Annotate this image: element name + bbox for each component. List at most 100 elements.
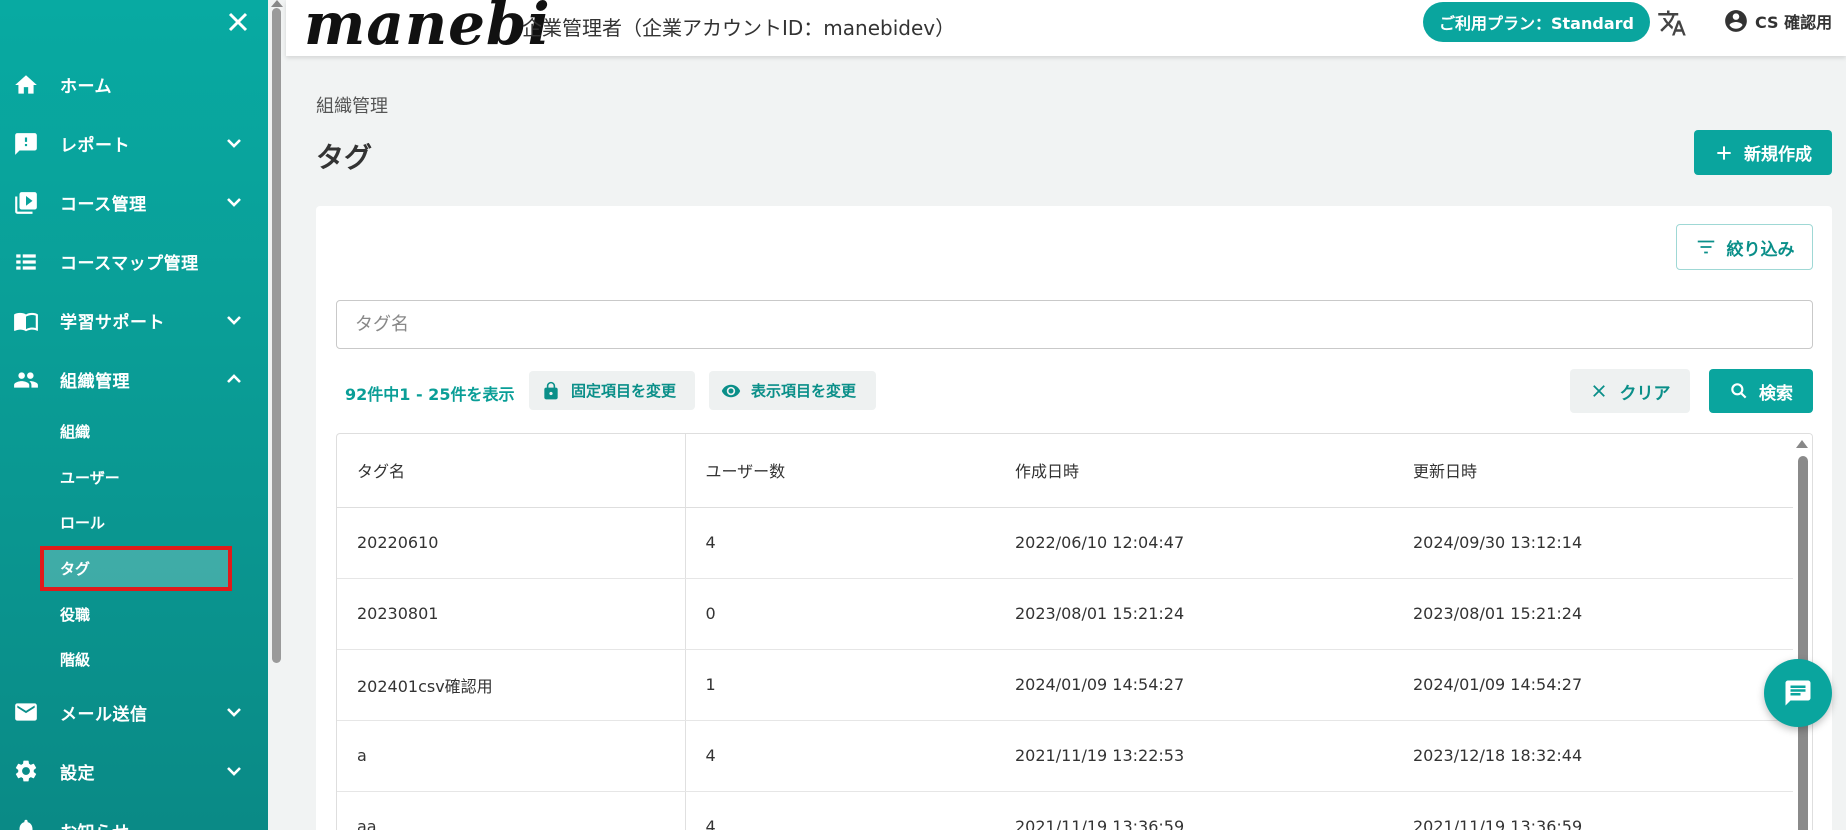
gear-icon: [12, 757, 40, 785]
list-icon: [12, 248, 40, 276]
search-icon: [1731, 383, 1747, 399]
result-count: 92件中1 - 25件を表示: [345, 385, 515, 404]
chat-button[interactable]: [1764, 659, 1832, 727]
lock-icon: [544, 381, 558, 399]
cell-user-count: 4: [685, 791, 995, 830]
close-icon: [1592, 385, 1605, 397]
sidebar-item-report[interactable]: レポート: [0, 114, 268, 173]
column-header-created-at[interactable]: 作成日時: [995, 434, 1393, 508]
cell-tag-name: 20230801: [337, 578, 686, 650]
filter-icon: [1697, 240, 1714, 254]
mail-icon: [12, 698, 40, 726]
organization-subnav: 組織 ユーザー ロール タグ 役職 階級: [0, 409, 268, 683]
subnav-item-positions[interactable]: 役職: [0, 591, 268, 637]
sidebar-scrollbar-thumb[interactable]: [272, 8, 281, 663]
new-create-button[interactable]: 新規作成: [1694, 130, 1832, 175]
sidebar-item-mail[interactable]: メール送信: [0, 683, 268, 742]
sidebar-item-label: 設定: [60, 763, 95, 784]
table-scrollbar-thumb[interactable]: [1798, 456, 1808, 830]
subnav-item-organization[interactable]: 組織: [0, 409, 268, 455]
cell-created-at: 2022/06/10 12:04:47: [995, 507, 1393, 579]
filter-button[interactable]: 絞り込み: [1676, 224, 1813, 270]
column-header-updated-at[interactable]: 更新日時: [1393, 434, 1795, 508]
cell-updated-at: 2023/08/01 15:21:24: [1393, 578, 1795, 650]
cell-user-count: 4: [685, 720, 995, 792]
cell-created-at: 2023/08/01 15:21:24: [995, 578, 1393, 650]
close-icon[interactable]: [222, 6, 254, 38]
sidebar-item-label: メール送信: [60, 704, 148, 725]
scroll-up-arrow-icon[interactable]: [1796, 440, 1808, 448]
course-icon: [12, 189, 40, 217]
chevron-down-icon: [222, 308, 246, 332]
sidebar-item-settings[interactable]: 設定: [0, 742, 268, 801]
sidebar-item-label: ホーム: [60, 77, 112, 97]
subnav-item-users[interactable]: ユーザー: [0, 455, 268, 501]
people-icon: [12, 366, 40, 394]
header: manebi 企業管理者（企業アカウントID：manebidev） ご利用プラン…: [286, 0, 1846, 58]
cell-user-count: 4: [685, 507, 995, 579]
account-circle-icon: [1725, 10, 1747, 32]
tags-table: タグ名 ユーザー数 作成日時 更新日時 20220610 4 2022/06/1…: [337, 434, 1795, 830]
table-row[interactable]: 20230801 0 2023/08/01 15:21:24 2023/08/0…: [337, 578, 1795, 650]
table-row[interactable]: aa 4 2021/11/19 13:36:59 2021/11/19 13:3…: [337, 791, 1795, 830]
cell-updated-at: 2024/09/30 13:12:14: [1393, 507, 1795, 579]
change-fixed-items-label: 固定項目を変更: [571, 382, 677, 400]
change-display-items-button[interactable]: 表示項目を変更: [709, 371, 876, 410]
sidebar-item-organization[interactable]: 組織管理: [0, 350, 268, 409]
subnav-item-grades[interactable]: 階級: [0, 637, 268, 683]
chevron-down-icon: [222, 700, 246, 724]
search-label: 検索: [1759, 383, 1793, 404]
logo[interactable]: manebi: [304, 0, 551, 58]
clear-label: クリア: [1619, 383, 1671, 404]
cell-tag-name: a: [337, 720, 686, 792]
tags-table-container: タグ名 ユーザー数 作成日時 更新日時 20220610 4 2022/06/1…: [336, 433, 1813, 830]
cell-created-at: 2021/11/19 13:36:59: [995, 791, 1393, 830]
chevron-down-icon: [222, 190, 246, 214]
report-icon: [12, 130, 40, 158]
company-account-label: 企業管理者（企業アカウントID：manebidev）: [522, 16, 956, 40]
plus-icon: [1717, 145, 1731, 160]
table-header-row: タグ名 ユーザー数 作成日時 更新日時: [337, 434, 1795, 508]
plan-badge[interactable]: ご利用プラン：Standard: [1423, 2, 1650, 42]
sidebar-item-home[interactable]: ホーム: [0, 55, 268, 114]
new-create-label: 新規作成: [1744, 145, 1812, 165]
table-row[interactable]: a 4 2021/11/19 13:22:53 2023/12/18 18:32…: [337, 720, 1795, 792]
user-name: CS 確認用: [1755, 13, 1833, 32]
search-button[interactable]: 検索: [1709, 369, 1813, 413]
sidebar-item-label: 学習サポート: [60, 313, 165, 333]
book-icon: [12, 307, 40, 335]
sidebar-item-label: コース管理: [60, 195, 147, 215]
sidebar-item-course[interactable]: コース管理: [0, 173, 268, 232]
cell-created-at: 2024/01/09 14:54:27: [995, 649, 1393, 721]
sidebar-item-support[interactable]: 学習サポート: [0, 291, 268, 350]
sidebar-item-news[interactable]: お知らせ: [0, 801, 268, 830]
cell-updated-at: 2021/11/19 13:36:59: [1393, 791, 1795, 830]
column-header-user-count[interactable]: ユーザー数: [685, 434, 995, 508]
sidebar: ホーム レポート コース管理 コースマップ管理 学習サポート 組織管理 組織 ユ…: [0, 0, 268, 830]
breadcrumb: 組織管理: [316, 96, 388, 117]
sidebar-item-label: 組織管理: [60, 372, 130, 392]
table-row[interactable]: 202401csv確認用 1 2024/01/09 14:54:27 2024/…: [337, 649, 1795, 721]
change-display-items-label: 表示項目を変更: [751, 382, 857, 400]
cell-tag-name: 202401csv確認用: [337, 649, 686, 721]
sidebar-item-label: レポート: [60, 136, 130, 156]
scroll-up-arrow-icon[interactable]: [271, 0, 283, 7]
clear-button[interactable]: クリア: [1570, 369, 1690, 413]
cell-updated-at: 2024/01/09 14:54:27: [1393, 649, 1795, 721]
subnav-item-roles[interactable]: ロール: [0, 500, 268, 546]
column-header-tag-name[interactable]: タグ名: [337, 434, 686, 508]
sidebar-item-label: お知らせ: [60, 818, 130, 830]
translate-icon[interactable]: [1657, 8, 1687, 38]
cell-updated-at: 2023/12/18 18:32:44: [1393, 720, 1795, 792]
chat-icon: [1785, 680, 1811, 706]
tag-name-search-input[interactable]: [336, 300, 1813, 349]
sidebar-item-coursemap[interactable]: コースマップ管理: [0, 232, 268, 291]
subnav-item-tags[interactable]: タグ: [40, 545, 232, 592]
filter-label: 絞り込み: [1726, 239, 1795, 260]
table-row[interactable]: 20220610 4 2022/06/10 12:04:47 2024/09/3…: [337, 507, 1795, 579]
cell-user-count: 0: [685, 578, 995, 650]
user-menu[interactable]: CS 確認用: [1723, 8, 1832, 34]
change-fixed-items-button[interactable]: 固定項目を変更: [529, 371, 695, 410]
cell-user-count: 1: [685, 649, 995, 721]
page-title: タグ: [316, 141, 373, 174]
